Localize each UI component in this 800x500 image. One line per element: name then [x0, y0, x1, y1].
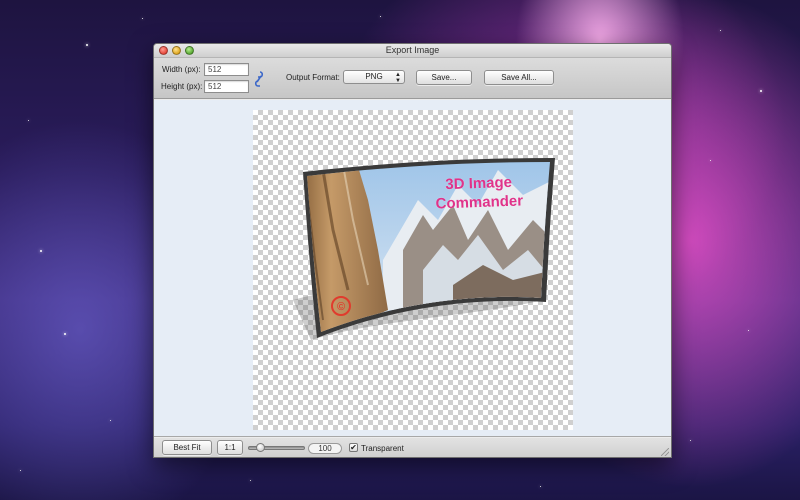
preview-area: © 3D Image Commander [154, 100, 671, 437]
zoom-slider-knob[interactable] [255, 443, 265, 452]
star [20, 470, 21, 471]
star [690, 440, 691, 441]
export-toolbar: Width (px): 512 Height (px): 512 Output … [154, 58, 671, 99]
select-arrows-icon: ▲ ▼ [395, 72, 401, 84]
star [64, 333, 66, 335]
svg-text:©: © [337, 301, 345, 313]
best-fit-button[interactable]: Best Fit [162, 440, 212, 455]
save-button[interactable]: Save... [416, 70, 472, 85]
star [720, 30, 721, 31]
star [40, 250, 42, 252]
zoom-value: 100 [308, 443, 342, 454]
star [250, 480, 251, 481]
chain-link-icon[interactable] [254, 70, 264, 88]
watermark-text: 3D Image Commander [418, 172, 539, 214]
zoom-slider[interactable] [248, 443, 305, 452]
transparent-canvas: © 3D Image Commander [253, 110, 573, 430]
output-format-select[interactable]: PNG ▲ ▼ [343, 70, 405, 84]
star [28, 120, 29, 121]
output-format-value: PNG [365, 72, 383, 81]
star [380, 16, 381, 17]
width-input[interactable]: 512 [204, 63, 249, 76]
star [710, 160, 711, 161]
star [110, 420, 111, 421]
bottom-bar: Best Fit 1:1 100 ✔ Transparent [154, 438, 671, 457]
star [760, 90, 762, 92]
title-bar[interactable]: Export Image [154, 44, 671, 58]
width-label: Width (px): [162, 65, 201, 74]
export-image-window: Export Image Width (px): 512 Height (px)… [153, 43, 672, 458]
curved-photo-image: © [293, 158, 555, 340]
window-title: Export Image [385, 45, 440, 55]
height-label: Height (px): [161, 82, 203, 91]
star [748, 330, 749, 331]
star [86, 44, 88, 46]
resize-grip-icon[interactable] [661, 448, 669, 456]
actual-size-button[interactable]: 1:1 [217, 440, 243, 455]
star [142, 18, 143, 19]
height-input[interactable]: 512 [204, 80, 249, 93]
star [540, 486, 541, 487]
output-format-label: Output Format: [286, 73, 340, 82]
transparent-label: Transparent [361, 444, 404, 453]
save-all-button[interactable]: Save All... [484, 70, 554, 85]
transparent-checkbox[interactable]: ✔ [349, 443, 358, 452]
